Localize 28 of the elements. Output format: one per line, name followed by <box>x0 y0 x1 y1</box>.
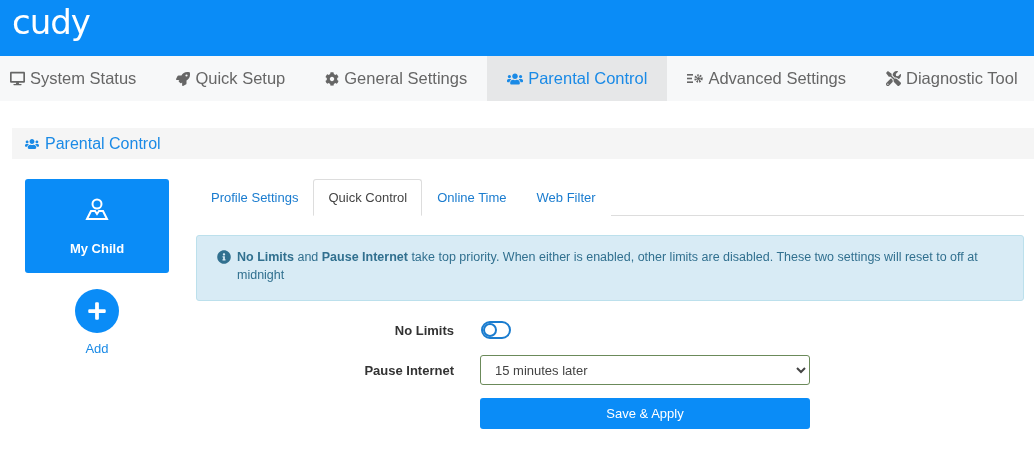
add-button[interactable] <box>75 289 119 333</box>
field-label: Pause Internet <box>364 362 454 378</box>
info-icon <box>217 250 231 264</box>
tools-icon <box>886 71 901 86</box>
tab[interactable]: Quick Control <box>313 179 423 216</box>
nav-tab[interactable]: System Status <box>0 56 157 101</box>
users-icon <box>25 136 39 151</box>
user-icon <box>85 196 109 221</box>
rocket-icon <box>176 71 191 86</box>
settings-list-icon <box>687 72 704 85</box>
field-label: No Limits <box>394 322 454 338</box>
profile-card[interactable]: My Child <box>25 179 169 273</box>
settings-icon <box>325 71 340 86</box>
logo: cudy <box>12 5 90 44</box>
nav-tab[interactable]: Parental Control <box>487 56 668 101</box>
select-field[interactable]: 15 minutes later <box>480 355 810 385</box>
section-title: Parental Control <box>45 134 161 153</box>
notice-text: No Limits and Pause Internet take top priority. When either is enabled, other limits are disabled. These two settings will reset to off at midnight <box>237 249 979 284</box>
nav-tab[interactable]: Advanced Settings <box>667 56 866 101</box>
nav-tab[interactable]: Diagnostic Tool <box>866 56 1034 101</box>
toggle-switch[interactable] <box>481 321 511 339</box>
add-label[interactable]: Add <box>85 341 109 356</box>
save-button[interactable]: Save & Apply <box>480 398 810 429</box>
profile-name: My Child <box>69 240 125 256</box>
monitor-icon <box>10 71 25 86</box>
nav-tab[interactable]: Quick Setup <box>156 56 306 101</box>
nav-tab[interactable]: General Settings <box>305 56 488 101</box>
plus-icon <box>87 301 107 321</box>
